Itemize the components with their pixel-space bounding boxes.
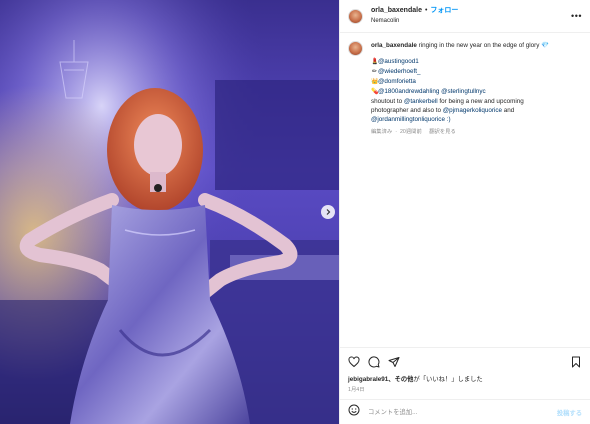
caption-line: 💊@1800andrewdahling @sterlingtullnyc [371,87,577,97]
caption-fragment: photographer and also to [371,107,443,114]
liked-others[interactable]: 、その他 [388,376,413,383]
avatar[interactable] [348,8,363,24]
share-icon[interactable] [388,356,400,368]
caption-text: ringing in the new year on the edge of g… [418,42,549,49]
mention-link[interactable]: @1800andrewdahling [378,88,439,95]
heart-icon[interactable] [348,355,360,368]
pill-emoji: 💊 [371,89,379,95]
post-header: orla_baxendale • フォロー Nemacolin ••• [340,0,590,33]
mention-link[interactable]: @tankerbell [404,98,438,105]
mention-link[interactable]: @austingood1 [378,58,419,65]
separator-dot: • [424,7,428,14]
post-dialog: orla_baxendale • フォロー Nemacolin ••• orla_b… [0,0,590,424]
caption-area: orla_baxendale ringing in the new year o… [340,33,590,347]
comment-input[interactable] [366,407,557,417]
next-photo-button[interactable] [321,205,335,219]
see-translation-link[interactable]: 翻訳を見る [429,129,456,135]
caption-line: ✏@wiederhoeft_ [371,67,577,77]
liked-tail: が「いいね！」しました [413,376,483,383]
caption-fragment: for being a new and upcoming [437,98,524,105]
caption-line: photographer and also to @pjmagerkoliquo… [371,106,577,115]
post-photo[interactable] [0,0,339,424]
location-link[interactable]: Nemacolin [371,16,458,26]
username-link[interactable]: orla_baxendale [371,7,422,14]
mention-link[interactable]: @pjmagerkoliquorice [443,107,502,114]
action-bar [340,347,590,375]
header-text: orla_baxendale • フォロー Nemacolin [371,6,458,26]
edited-label: 編集済み [371,129,393,135]
caption-fragment: shoutout to [371,98,404,105]
mention-link[interactable]: @wiederhoeft_ [378,68,420,75]
post-date: 1月4日 [348,387,365,393]
header-line: orla_baxendale • フォロー [371,6,458,16]
caption-username[interactable]: orla_baxendale [371,42,417,49]
meta-gap [425,129,426,135]
comment-icon[interactable] [368,355,380,368]
brush-emoji: ✏ [371,69,378,75]
caption-avatar[interactable] [348,41,363,56]
liked-by-user[interactable]: jebigabrale91 [348,376,388,383]
caption-fragment: and [502,107,515,114]
caption-line: @jordanmillingtonliquorice :) [371,115,577,124]
post-details: orla_baxendale • フォロー Nemacolin ••• orla_b… [339,0,590,424]
comment-bar: 投稿する [340,399,590,424]
caption-line: 💄@austingood1 [371,57,577,67]
chevron-right-icon [324,203,332,221]
mention-link[interactable]: @domforietta [378,78,416,85]
lipstick-emoji: 💄 [371,59,379,65]
likes-summary: jebigabrale91、その他が「いいね！」しました [340,375,590,384]
bookmark-icon[interactable] [570,356,582,368]
caption-first-line: orla_baxendale ringing in the new year o… [371,41,577,50]
caption-meta: 編集済み · 20週間前 翻訳を見る [371,128,577,137]
photo-illustration [0,0,339,424]
caption-line: shoutout to @tankerbell for being a new … [371,97,577,106]
post-comment-button[interactable]: 投稿する [557,408,582,417]
emoji-icon[interactable] [348,403,360,421]
caption-lines: 💄@austingood1 ✏@wiederhoeft_ 👑@domforietta… [371,57,577,124]
meta-separator: · [395,129,397,135]
mention-link[interactable]: @sterlingtullnyc [441,88,486,95]
post-age: 20週間前 [399,129,422,135]
more-options-icon[interactable]: ••• [571,11,582,21]
mention-link[interactable]: @jordanmillingtonliquorice :) [371,116,451,123]
follow-button[interactable]: フォロー [430,7,458,14]
caption-line: 👑@domforietta [371,77,577,87]
crown-emoji: 👑 [371,79,379,85]
caption-body: orla_baxendale ringing in the new year o… [371,41,577,347]
